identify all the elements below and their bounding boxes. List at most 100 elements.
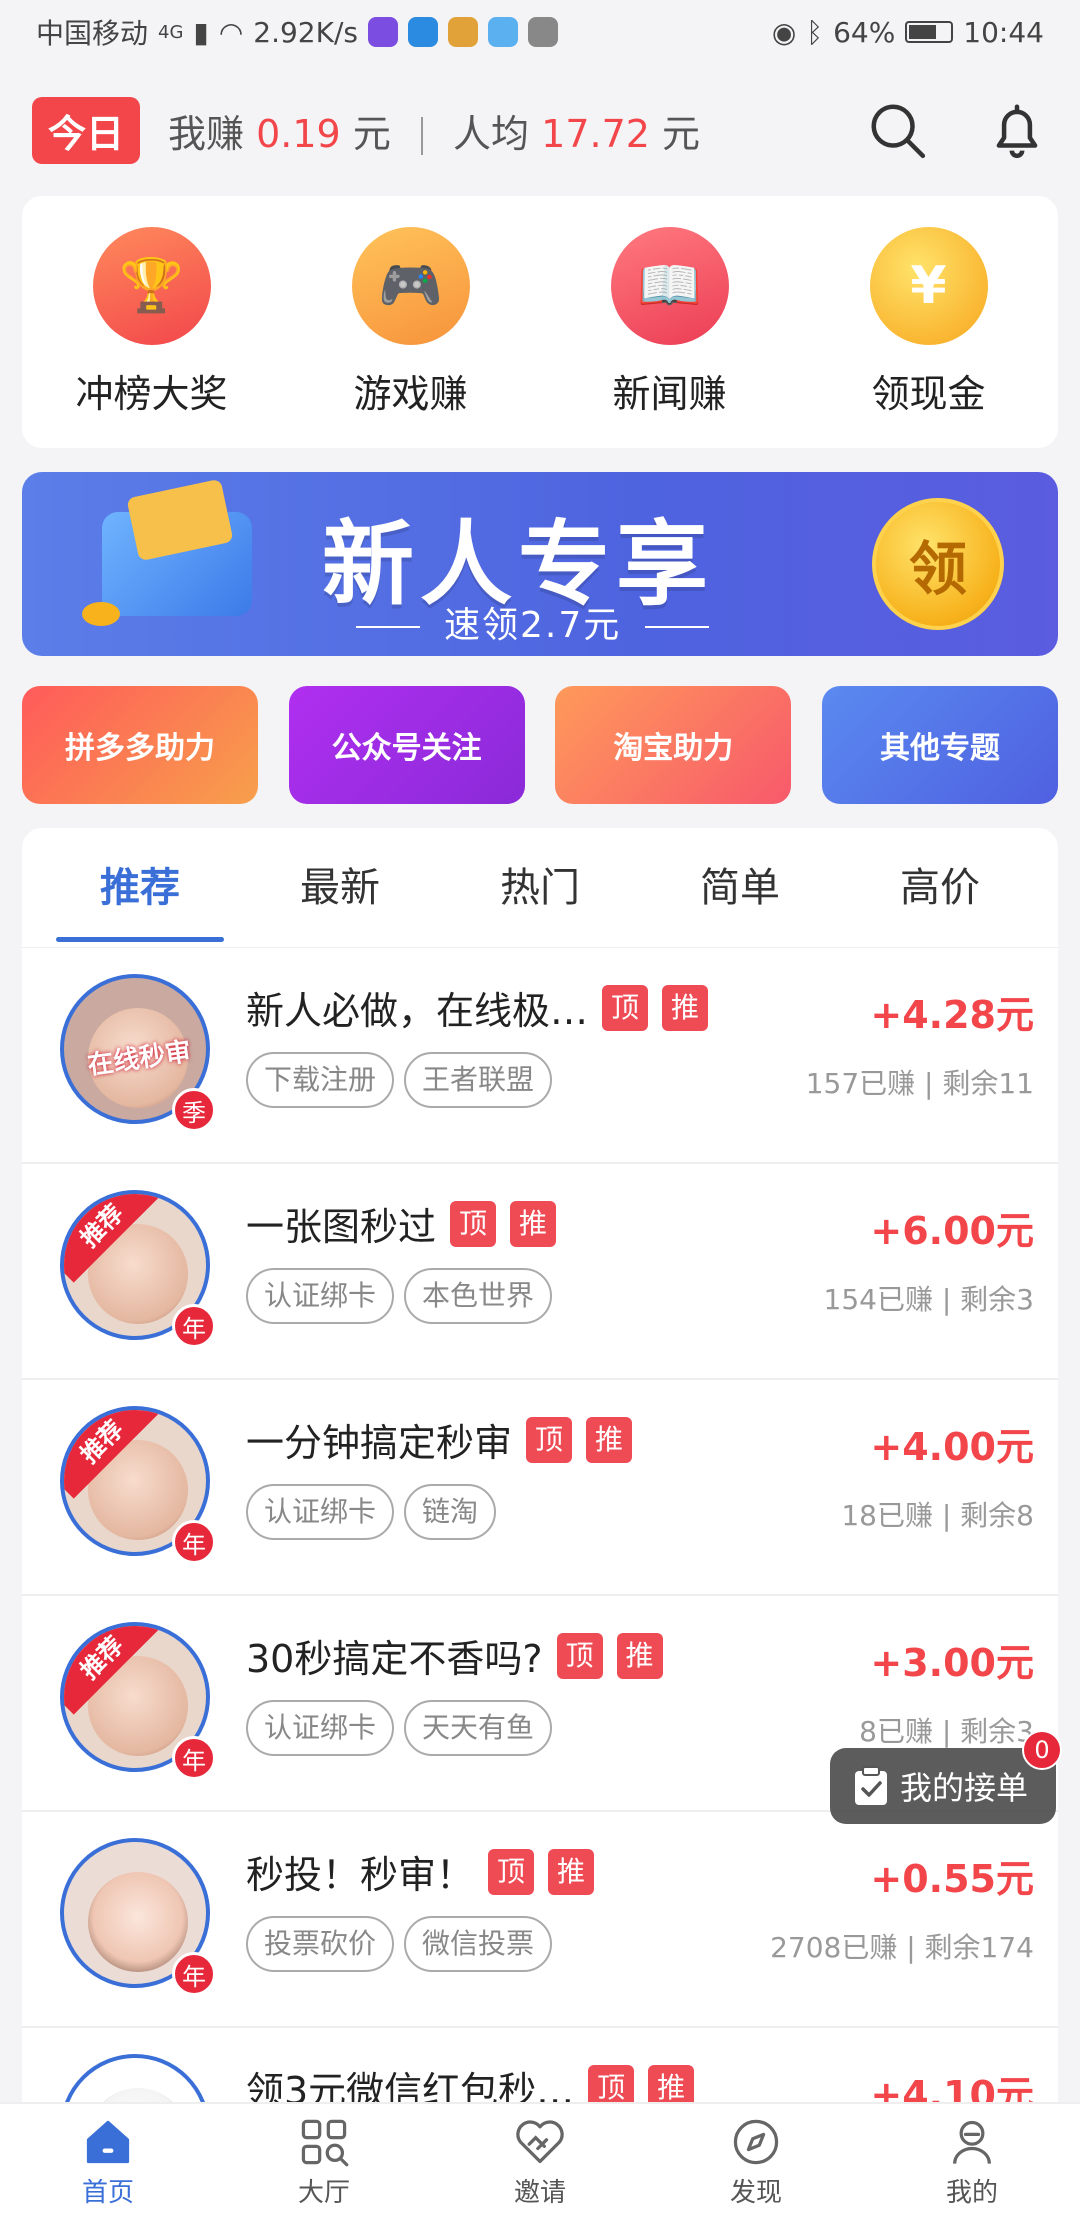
quick-item-get-cash[interactable]: ¥ 领现金 bbox=[829, 226, 1029, 418]
qq-notify-icon bbox=[488, 17, 519, 47]
nav-discover[interactable]: 发现 bbox=[681, 2116, 831, 2209]
nav-invite[interactable]: 邀请 bbox=[465, 2116, 615, 2209]
season-badge: 季 bbox=[172, 1088, 216, 1132]
task-title-text: 领3元微信红包秒… bbox=[246, 2069, 575, 2102]
quick-item-news-earn[interactable]: 📖 新闻赚 bbox=[570, 226, 770, 418]
task-chips: 认证绑卡 天天有鱼 bbox=[246, 1700, 553, 1756]
reward: +0.55元 bbox=[870, 1857, 1034, 1901]
avg-earn-unit: 元 bbox=[662, 111, 701, 156]
earnings-summary: 我赚 0.19 元 人均 17.72 元 bbox=[168, 103, 700, 158]
chip: 认证绑卡 bbox=[246, 1700, 395, 1756]
reward: +4.10元 bbox=[870, 2073, 1034, 2102]
my-earn-value: 0.19 bbox=[256, 111, 341, 156]
task-stats: 154已赚 | 剩余3 bbox=[823, 1283, 1035, 1316]
topic-taobao-button[interactable]: 淘宝助力 bbox=[555, 686, 792, 804]
task-title: 领3元微信红包秒… 顶 推 bbox=[246, 2060, 695, 2102]
nav-mine[interactable]: 我的 bbox=[897, 2116, 1047, 2209]
tab-hot[interactable]: 热门 bbox=[440, 828, 640, 948]
nav-hall[interactable]: 大厅 bbox=[249, 2116, 399, 2209]
topic-official-account-button[interactable]: 公众号关注 bbox=[288, 686, 525, 804]
signal-icon: ▮ bbox=[193, 15, 209, 49]
avatar-face bbox=[88, 1872, 188, 1972]
reward: +4.00元 bbox=[870, 1425, 1034, 1469]
task-chips: 投票砍价 微信投票 bbox=[246, 1916, 553, 1972]
profile-icon bbox=[953, 2120, 991, 2164]
task-tabs: 推荐 最新 热门 简单 高价 bbox=[22, 828, 1058, 948]
top-tag: 顶 bbox=[526, 1416, 573, 1463]
tab-recommend[interactable]: 推荐 bbox=[40, 828, 240, 948]
search-icon[interactable] bbox=[866, 99, 928, 161]
recommend-tag: 推 bbox=[648, 2064, 695, 2102]
quick-label: 游戏赚 bbox=[353, 371, 468, 416]
status-right: ◉ ᛒ 64% 10:44 bbox=[772, 16, 1044, 49]
chip: 天天有鱼 bbox=[404, 1700, 553, 1756]
task-title-text: 一分钟搞定秒审 bbox=[246, 1421, 513, 1465]
tab-high-price[interactable]: 高价 bbox=[840, 828, 1040, 948]
earnings-header: 今日 我赚 0.19 元 人均 17.72 元 bbox=[0, 70, 1080, 190]
year-badge: 年 bbox=[172, 1520, 216, 1564]
chip: 王者联盟 bbox=[404, 1052, 553, 1108]
task-title: 一分钟搞定秒审 顶 推 bbox=[246, 1412, 633, 1467]
nav-home-label: 首页 bbox=[81, 2177, 134, 2208]
newcomer-banner[interactable]: 新人专享 速领2.7元 领 bbox=[22, 472, 1058, 656]
task-chips: 认证绑卡 本色世界 bbox=[246, 1268, 553, 1324]
task-title: 30秒搞定不香吗? 顶 推 bbox=[246, 1628, 663, 1683]
today-badge: 今日 bbox=[32, 96, 141, 164]
task-row[interactable]: 推荐 年 一分钟搞定秒审 顶 推 认证绑卡 链淘 +4.00元 18已赚 | 剩… bbox=[22, 1380, 1058, 1596]
clipboard-check-icon bbox=[855, 1766, 887, 1805]
chip: 链淘 bbox=[404, 1484, 497, 1540]
clock: 10:44 bbox=[963, 15, 1044, 49]
top-tag: 顶 bbox=[450, 1200, 497, 1247]
divider bbox=[420, 117, 423, 155]
chip: 微信投票 bbox=[404, 1916, 553, 1972]
handshake-icon bbox=[516, 2119, 564, 2163]
browser-notify-icon bbox=[408, 17, 439, 47]
task-stats: 157已赚 | 剩余11 bbox=[805, 1067, 1034, 1100]
chip: 下载注册 bbox=[246, 1052, 395, 1108]
quick-item-rank-prize[interactable]: 🏆 冲榜大奖 bbox=[52, 226, 252, 418]
quick-item-game-earn[interactable]: 🎮 游戏赚 bbox=[311, 226, 511, 418]
status-bar: 中国移动 4G ▮ ◠ 2.92K/s ◉ ᛒ 64% 10:44 bbox=[0, 0, 1080, 64]
battery-percent: 64% bbox=[833, 15, 896, 49]
network-type: 4G bbox=[158, 21, 184, 43]
year-badge: 年 bbox=[172, 1952, 216, 1996]
banner-subtitle: 速领2.7元 bbox=[332, 596, 733, 648]
top-tag: 顶 bbox=[488, 1848, 535, 1895]
yuan-coin-icon: ¥ bbox=[869, 226, 988, 345]
task-row[interactable]: 在线秒审 季 新人必做，在线极… 顶 推 下载注册 王者联盟 +4.28元 15… bbox=[22, 948, 1058, 1164]
topic-buttons: 拼多多助力 公众号关注 淘宝助力 其他专题 bbox=[22, 686, 1058, 804]
topic-other-button[interactable]: 其他专题 bbox=[821, 686, 1058, 804]
topic-pinduoduo-button[interactable]: 拼多多助力 bbox=[22, 686, 258, 804]
task-chips: 下载注册 王者联盟 bbox=[246, 1052, 553, 1108]
avatar bbox=[60, 2054, 210, 2102]
bell-icon[interactable] bbox=[986, 99, 1048, 161]
wechat-notify-icon bbox=[528, 17, 559, 47]
wallet-icon bbox=[82, 512, 252, 626]
task-title-text: 新人必做，在线极… bbox=[246, 989, 589, 1033]
nav-hall-label: 大厅 bbox=[297, 2177, 350, 2208]
my-orders-button[interactable]: 我的接单 0 bbox=[830, 1730, 1062, 1824]
tab-simple[interactable]: 简单 bbox=[640, 828, 840, 948]
divider bbox=[356, 626, 420, 628]
nav-home[interactable]: 首页 bbox=[33, 2116, 183, 2209]
chip: 认证绑卡 bbox=[246, 1268, 395, 1324]
tab-latest[interactable]: 最新 bbox=[240, 828, 440, 948]
quick-nav-card: 🏆 冲榜大奖 🎮 游戏赚 📖 新闻赚 ¥ 领现金 bbox=[22, 196, 1058, 448]
chip: 投票砍价 bbox=[246, 1916, 395, 1972]
divider bbox=[645, 626, 710, 628]
status-left: 中国移动 4G ▮ ◠ 2.92K/s bbox=[36, 12, 559, 52]
top-tag: 顶 bbox=[588, 2064, 635, 2102]
claim-coin-button[interactable]: 领 bbox=[872, 498, 1004, 630]
task-row[interactable]: 领3元微信红包秒… 顶 推 +4.10元 bbox=[22, 2028, 1058, 2102]
year-badge: 年 bbox=[172, 1736, 216, 1780]
news-icon: 📖 bbox=[610, 226, 729, 345]
wifi-icon: ◠ bbox=[218, 15, 244, 49]
header-actions bbox=[866, 99, 1048, 161]
task-title: 一张图秒过 顶 推 bbox=[246, 1196, 557, 1251]
task-row[interactable]: 推荐 年 一张图秒过 顶 推 认证绑卡 本色世界 +6.00元 154已赚 | … bbox=[22, 1164, 1058, 1380]
avatar-face bbox=[88, 2088, 188, 2102]
carrier-label: 中国移动 bbox=[36, 17, 149, 50]
my-earn-label: 我赚 bbox=[168, 111, 245, 156]
task-row[interactable]: 年 秒投！秒审！ 顶 推 投票砍价 微信投票 +0.55元 2708已赚 | 剩… bbox=[22, 1812, 1058, 2028]
task-title: 新人必做，在线极… 顶 推 bbox=[246, 980, 709, 1035]
